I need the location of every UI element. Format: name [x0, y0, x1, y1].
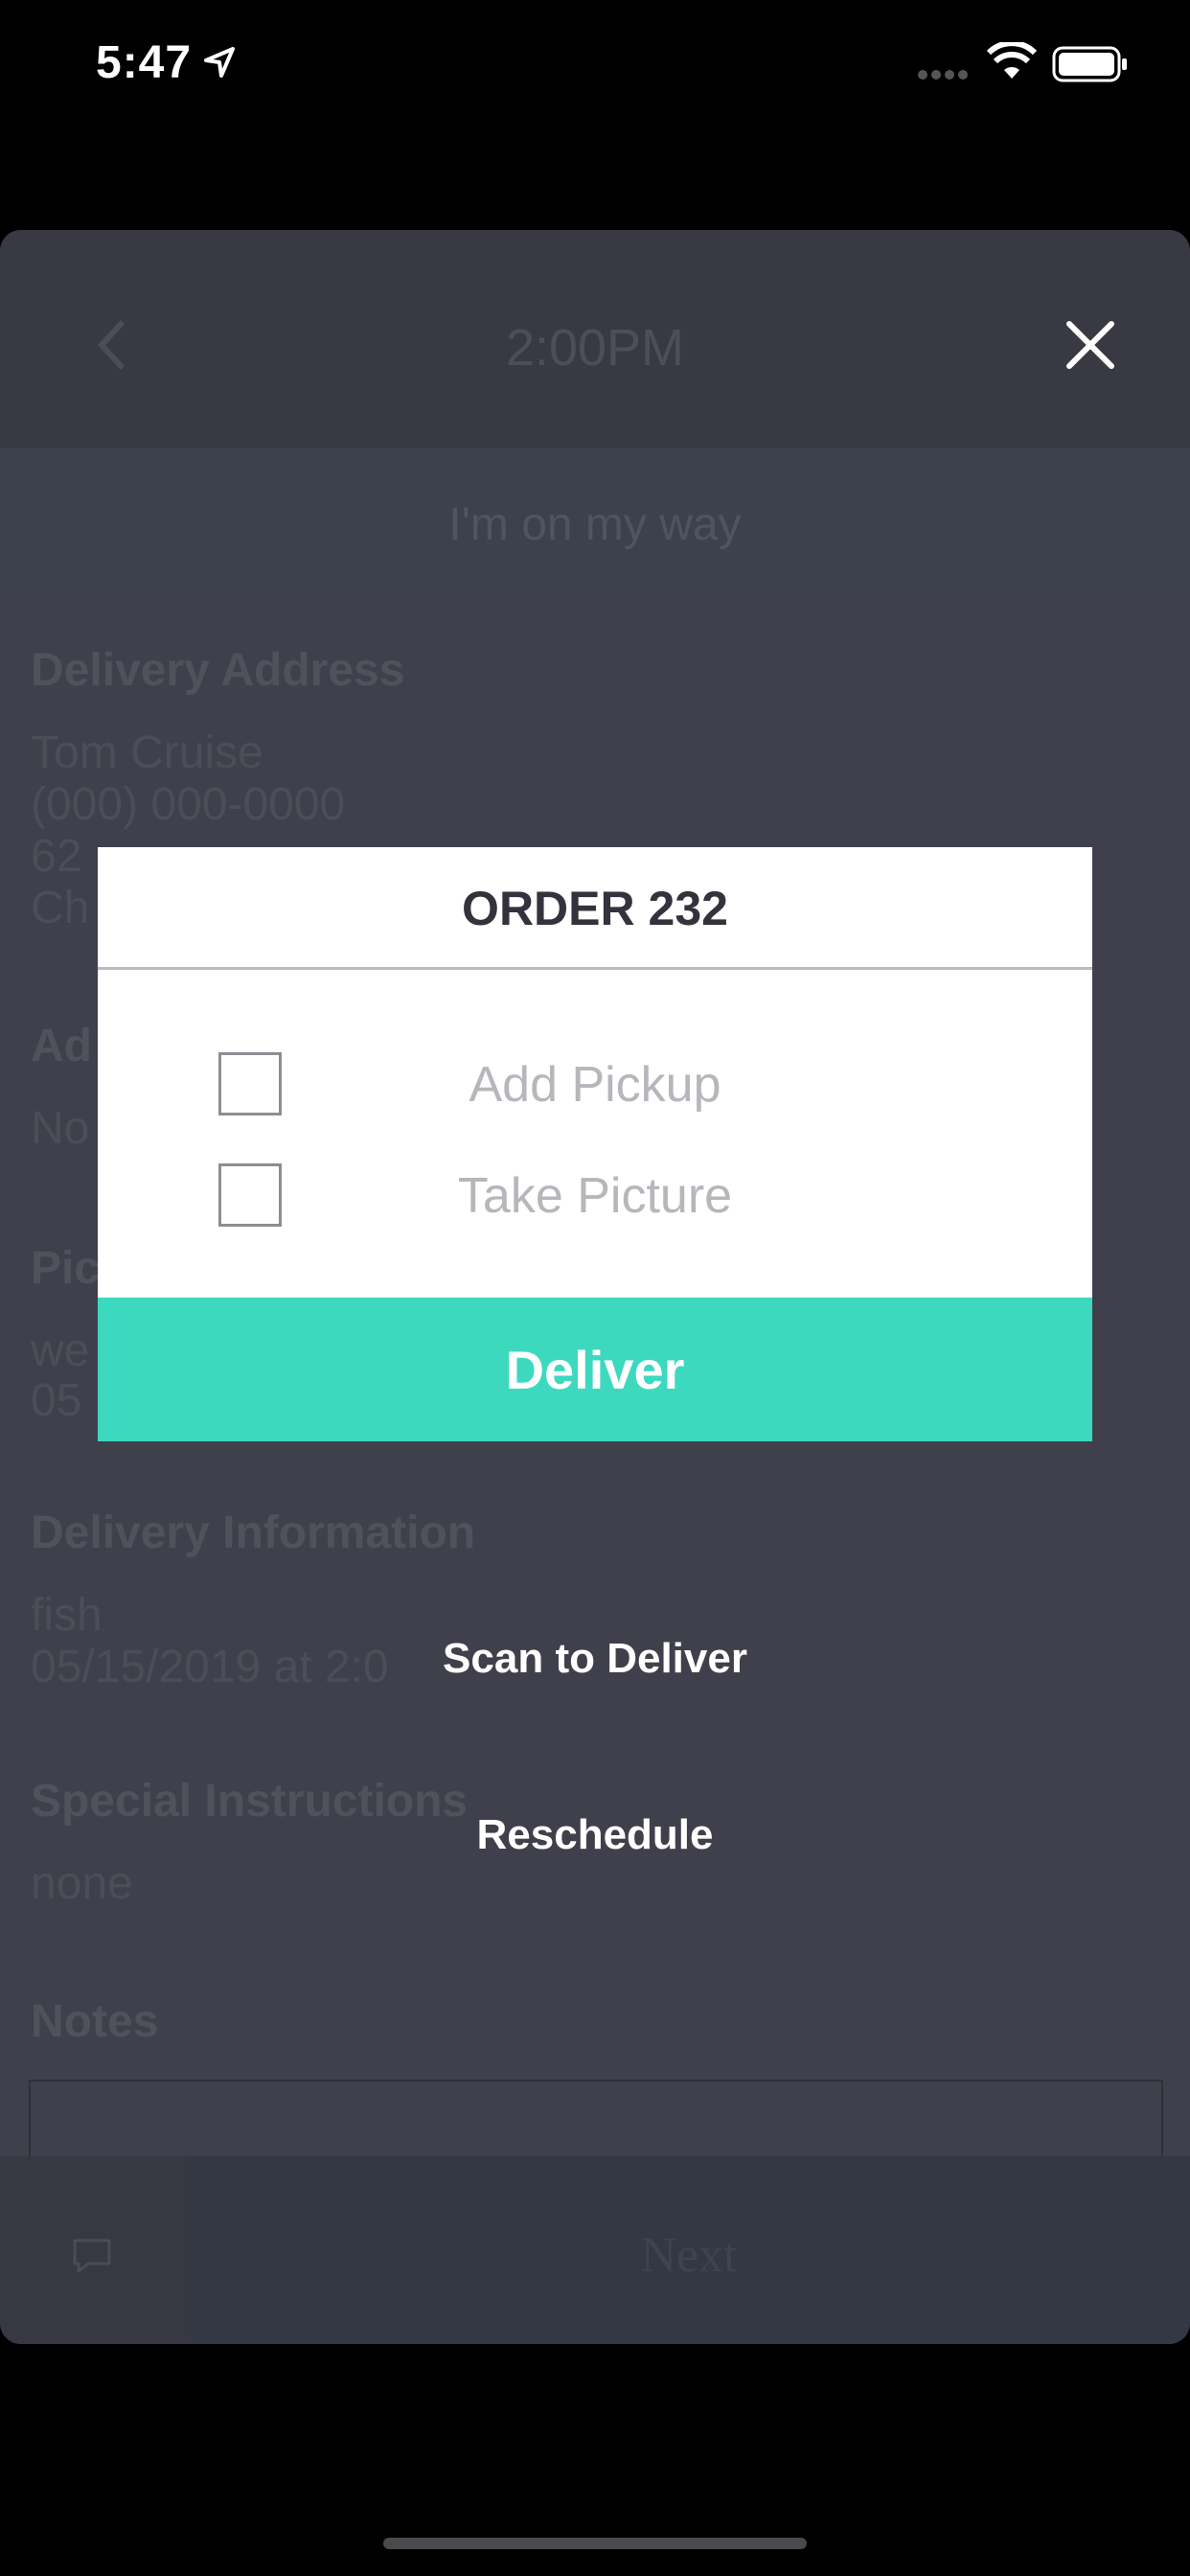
pickup-title: Pic [31, 1243, 101, 1294]
on-my-way-label: I'm on my way [448, 499, 742, 550]
take-picture-label: Take Picture [457, 1168, 733, 1224]
signal-icon [918, 70, 968, 80]
delivery-address-title: Delivery Address [31, 645, 405, 696]
next-button[interactable]: Next [188, 2156, 1190, 2344]
close-icon[interactable] [1062, 316, 1119, 374]
customer-name: Tom Cruise [31, 727, 263, 778]
reschedule-button[interactable]: Reschedule [0, 1811, 1190, 1859]
section-value: No [31, 1103, 90, 1154]
home-indicator [383, 2538, 807, 2549]
wifi-icon [987, 42, 1037, 79]
delivery-information-title: Delivery Information [31, 1507, 476, 1558]
section-title: Ad [31, 1021, 92, 1071]
address-line-1: 62 [31, 831, 82, 882]
sheet-header: 2:00PM [0, 230, 1190, 448]
modal-title: ORDER 232 [98, 847, 1092, 970]
customer-phone: (000) 000-0000 [31, 779, 346, 830]
location-arrow-icon [204, 47, 235, 78]
status-bar: 5:47 [0, 0, 1190, 134]
status-time: 5:47 [96, 37, 193, 88]
add-pickup-label: Add Pickup [469, 1057, 721, 1113]
pickup-line-2: 05 [31, 1375, 82, 1426]
notes-title: Notes [31, 1996, 159, 2047]
order-modal: ORDER 232 Add Pickup Take Picture Delive… [98, 847, 1092, 1441]
scan-to-deliver-button[interactable]: Scan to Deliver [0, 1635, 1190, 1683]
on-my-way-button[interactable]: I'm on my way [0, 448, 1190, 592]
special-instructions-value: none [31, 1858, 133, 1909]
pickup-line-1: we [31, 1325, 90, 1376]
deliver-button[interactable]: Deliver [98, 1298, 1092, 1441]
header-title: 2:00PM [505, 319, 685, 377]
chat-button[interactable] [0, 2156, 188, 2344]
chat-bubble-icon [73, 2239, 111, 2273]
footer-bar: Next [0, 2156, 1190, 2344]
delivery-item: fish [31, 1590, 103, 1641]
take-picture-option[interactable]: Take Picture [98, 1158, 1092, 1234]
add-pickup-option[interactable]: Add Pickup [98, 1046, 1092, 1123]
battery-icon [1052, 46, 1127, 82]
next-label: Next [640, 2228, 738, 2283]
address-line-2: Ch [31, 883, 90, 933]
